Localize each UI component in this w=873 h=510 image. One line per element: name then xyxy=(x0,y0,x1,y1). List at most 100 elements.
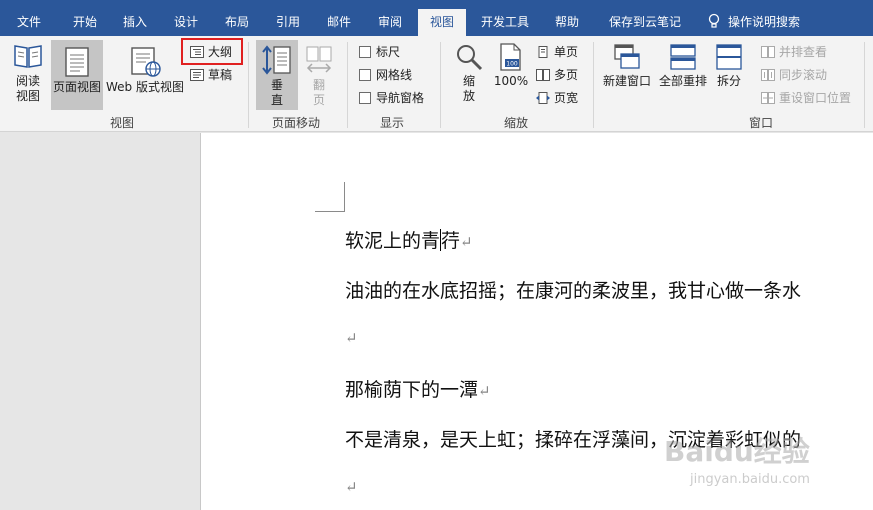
page-width-button[interactable]: 页宽 xyxy=(536,88,578,108)
side-label-2: 页 xyxy=(312,93,325,107)
paragraph[interactable]: 那榆荫下的一潭↵ xyxy=(345,375,491,402)
tab-review[interactable]: 审阅 xyxy=(367,0,413,36)
draft-button[interactable]: 草稿 xyxy=(190,65,232,85)
vertical-scroll-icon xyxy=(262,45,291,75)
reset-position-icon xyxy=(761,92,775,104)
draft-label: 草稿 xyxy=(208,68,233,82)
ruler-check-box[interactable] xyxy=(359,46,371,58)
ruler-checkbox[interactable]: 标尺 xyxy=(359,42,400,62)
paragraph-text: 荇 xyxy=(441,230,461,252)
nav-pane-check-box[interactable] xyxy=(359,92,371,104)
paragraph[interactable]: 软泥上的青荇↵ xyxy=(345,226,473,253)
tab-layout[interactable]: 布局 xyxy=(214,0,260,36)
zoom-label-2: 放 xyxy=(462,89,475,103)
paragraph-text: 油油的在水底招摇；在康河的柔波里，我甘心做一条水 xyxy=(345,280,802,302)
split-icon xyxy=(716,44,742,70)
page-width-icon xyxy=(536,92,550,104)
one-page-label: 单页 xyxy=(554,45,579,59)
arrange-all-button[interactable]: 全部重排 xyxy=(656,42,710,102)
group-separator xyxy=(864,42,865,128)
tab-references[interactable]: 引用 xyxy=(265,0,311,36)
split-label: 拆分 xyxy=(716,74,741,88)
reset-window-position-button[interactable]: 重设窗口位置 xyxy=(761,88,851,108)
sync-scroll-button[interactable]: 同步滚动 xyxy=(761,65,827,85)
page-move-group-label: 页面移动 xyxy=(271,116,320,130)
web-page-icon xyxy=(131,47,161,77)
multiple-pages-button[interactable]: 多页 xyxy=(536,65,578,85)
paragraph-text: 那榆荫下的一潭 xyxy=(345,379,479,401)
paragraph[interactable]: 油油的在水底招摇；在康河的柔波里，我甘心做一条水 xyxy=(345,276,801,303)
new-window-label: 新建窗口 xyxy=(602,74,651,88)
empty-paragraph[interactable]: ↵ xyxy=(345,326,358,348)
paragraph-mark: ↵ xyxy=(345,329,358,347)
tab-help[interactable]: 帮助 xyxy=(546,0,588,36)
nav-pane-checkbox[interactable]: 导航窗格 xyxy=(359,88,424,108)
reset-position-label: 重设窗口位置 xyxy=(779,91,852,105)
multiple-pages-icon xyxy=(536,69,550,81)
tell-me-search[interactable]: 操作说明搜索 xyxy=(708,0,800,36)
side-by-side-label: 并排查看 xyxy=(779,45,828,59)
page-icon xyxy=(65,47,89,77)
ribbon-view: 阅读 视图 页面视图 Web 版式视图 大纲 草稿 视图 垂 直 翻 页 页面移… xyxy=(0,36,873,132)
empty-paragraph[interactable]: ↵ xyxy=(345,475,358,497)
side-to-side-button[interactable]: 翻 页 xyxy=(300,40,338,110)
watermark-url: jingyan.baidu.com xyxy=(690,472,810,487)
page-width-label: 页宽 xyxy=(554,91,579,105)
zoom-label-1: 缩 xyxy=(462,74,475,88)
reading-view-label-2: 视图 xyxy=(15,89,40,103)
arrange-all-icon xyxy=(670,44,696,70)
one-page-icon xyxy=(538,46,548,58)
new-window-icon xyxy=(614,44,640,69)
side-label-1: 翻 xyxy=(312,78,325,92)
paragraph-mark: ↵ xyxy=(460,233,473,251)
tab-file[interactable]: 文件 xyxy=(6,0,52,36)
highlight-box xyxy=(181,38,243,65)
new-window-button[interactable]: 新建窗口 xyxy=(600,42,654,102)
split-button[interactable]: 拆分 xyxy=(712,42,746,102)
vertical-page-move-button[interactable]: 垂 直 xyxy=(256,40,298,110)
paragraph-mark: ↵ xyxy=(345,478,358,496)
tab-developer[interactable]: 开发工具 xyxy=(472,0,538,36)
tab-mailings[interactable]: 邮件 xyxy=(316,0,362,36)
reading-view-button[interactable]: 阅读 视图 xyxy=(6,40,50,110)
nav-pane-label: 导航窗格 xyxy=(376,91,425,105)
print-layout-button[interactable]: 页面视图 xyxy=(51,40,103,110)
tab-save-cloud-note[interactable]: 保存到云笔记 xyxy=(600,0,690,36)
watermark-logo: Baidu经验 xyxy=(664,435,810,468)
zoom-group-label: 缩放 xyxy=(503,116,528,130)
magnifier-icon xyxy=(457,45,483,71)
zoom-button[interactable]: 缩 放 xyxy=(450,42,488,112)
tab-design[interactable]: 设计 xyxy=(163,0,209,36)
draft-icon xyxy=(190,69,204,81)
document-background xyxy=(0,133,200,510)
group-separator xyxy=(248,42,249,128)
margin-corner-mark xyxy=(344,182,345,211)
one-page-button[interactable]: 单页 xyxy=(536,42,578,62)
svg-text:100: 100 xyxy=(506,61,518,68)
gridlines-checkbox[interactable]: 网格线 xyxy=(359,65,412,85)
tab-view[interactable]: 视图 xyxy=(418,9,466,36)
sync-scroll-icon xyxy=(761,69,775,81)
paragraph-mark: ↵ xyxy=(478,382,491,400)
group-separator xyxy=(440,42,441,128)
margin-corner-mark xyxy=(315,211,345,212)
multiple-pages-label: 多页 xyxy=(554,68,579,82)
ruler-label: 标尺 xyxy=(376,45,401,59)
tell-me-label: 操作说明搜索 xyxy=(728,15,801,29)
group-separator xyxy=(593,42,594,128)
tab-insert[interactable]: 插入 xyxy=(112,0,158,36)
paragraph-text: 软泥上的青 xyxy=(345,230,441,252)
tab-home[interactable]: 开始 xyxy=(62,0,108,36)
gridlines-label: 网格线 xyxy=(376,68,413,82)
sync-scroll-label: 同步滚动 xyxy=(779,68,828,82)
hundred-percent-icon: 100 xyxy=(500,43,521,71)
gridlines-check-box[interactable] xyxy=(359,69,371,81)
web-layout-button[interactable]: Web 版式视图 xyxy=(104,40,186,110)
reading-view-label-1: 阅读 xyxy=(15,74,40,88)
zoom-100-label: 100% xyxy=(493,74,529,88)
show-group-label: 显示 xyxy=(379,116,404,130)
zoom-100-button[interactable]: 100 100% xyxy=(492,42,530,102)
views-group-label: 视图 xyxy=(109,116,134,130)
view-side-by-side-button[interactable]: 并排查看 xyxy=(761,42,827,62)
vertical-label-2: 直 xyxy=(270,93,283,107)
